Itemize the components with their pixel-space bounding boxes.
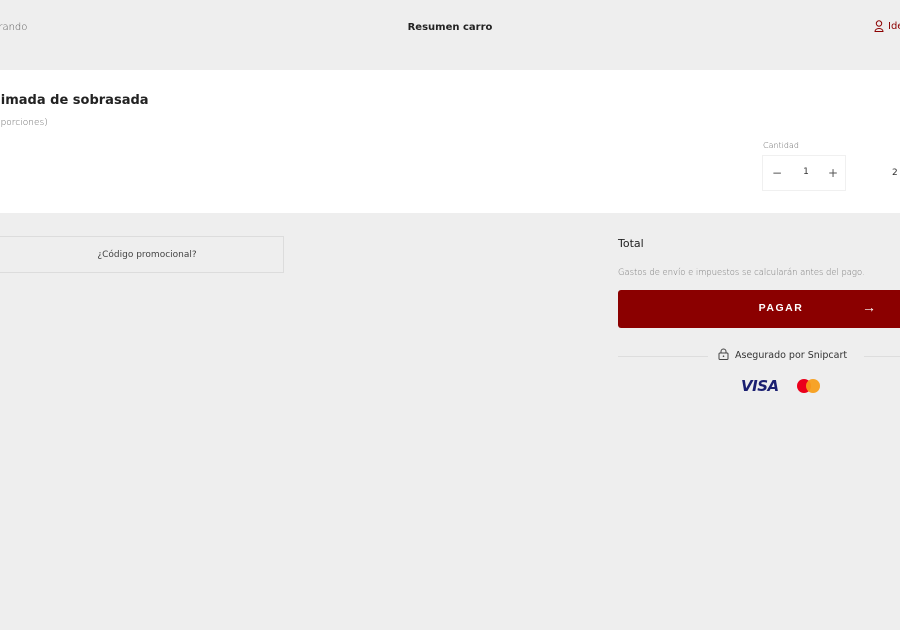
mastercard-icon <box>796 378 821 394</box>
quantity-label: Cantidad <box>763 141 799 150</box>
minus-icon[interactable]: − <box>769 165 785 181</box>
secure-label: Asegurado por Snipcart <box>735 350 848 361</box>
secure-badge: Asegurado por Snipcart <box>618 348 900 366</box>
item-variant: 2 porciones) <box>0 118 48 128</box>
user-icon <box>874 20 884 32</box>
arrow-right-icon: → <box>862 299 876 315</box>
visa-icon: VISA <box>741 377 779 395</box>
lock-icon <box>718 348 729 363</box>
divider <box>864 356 900 357</box>
secure-text: Asegurado por Snipcart <box>718 348 847 363</box>
pay-label: PAGAR <box>758 302 804 314</box>
item-name: aimada de sobrasada <box>0 93 149 108</box>
quantity-stepper: − + <box>762 155 846 191</box>
promo-code-button[interactable]: ¿Código promocional? <box>0 236 284 273</box>
login-link[interactable]: Ide <box>874 20 900 32</box>
page-title: Resumen carro <box>407 22 493 33</box>
quantity-input[interactable] <box>793 166 819 178</box>
item-price: 2 <box>892 168 898 178</box>
total-label: Total <box>618 237 644 250</box>
pay-button[interactable]: PAGAR → <box>618 290 900 328</box>
cart-summary-page: prando Resumen carro Ide aimada de sobra… <box>0 0 900 630</box>
divider <box>618 356 708 357</box>
payment-methods: VISA <box>741 377 821 395</box>
shipping-note: Gastos de envío e impuestos se calculará… <box>618 267 865 277</box>
cart-item: aimada de sobrasada 2 porciones) Cantida… <box>0 70 900 213</box>
header: prando Resumen carro Ide <box>0 0 900 58</box>
promo-code-label: ¿Código promocional? <box>97 249 197 260</box>
plus-icon[interactable]: + <box>825 165 841 181</box>
login-label: Ide <box>888 20 900 32</box>
